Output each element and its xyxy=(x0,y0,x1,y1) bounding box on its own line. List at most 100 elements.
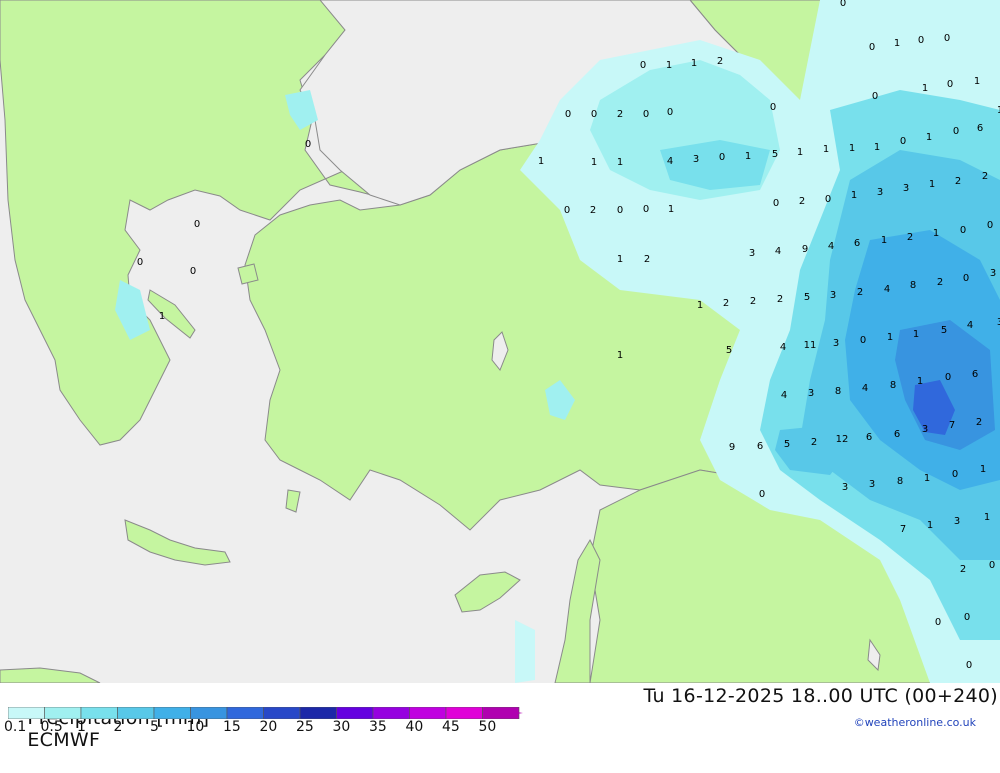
precip-value-label: 0 xyxy=(918,35,924,46)
precip-value-label: 0 xyxy=(952,469,958,480)
precip-value-label: 8 xyxy=(890,380,896,391)
precip-value-label: 0 xyxy=(565,109,571,120)
precip-value-label: 12 xyxy=(836,434,849,445)
legend-swatch xyxy=(190,707,228,719)
precip-value-label: 5 xyxy=(941,325,947,336)
legend-swatch xyxy=(8,707,45,719)
precip-value-label: 3 xyxy=(869,479,875,490)
precip-value-label: 5 xyxy=(804,292,810,303)
precip-value-label: 2 xyxy=(799,196,805,207)
precip-value-label: 1 xyxy=(159,311,165,322)
precip-value-label: 0 xyxy=(643,109,649,120)
precip-value-label: 1 xyxy=(933,228,939,239)
precip-value-label: 7 xyxy=(900,524,906,535)
precip-value-label: 1 xyxy=(849,143,855,154)
precip-value-label: 3 xyxy=(693,154,699,165)
precip-value-label: 2 xyxy=(617,109,623,120)
precip-value-label: 1 xyxy=(691,58,697,69)
precip-value-label: 4 xyxy=(884,284,890,295)
precip-value-label: 1 xyxy=(797,147,803,158)
precip-value-label: 2 xyxy=(907,232,913,243)
precip-value-label: 8 xyxy=(835,386,841,397)
precip-value-label: 0 xyxy=(963,273,969,284)
precip-value-label: 6 xyxy=(757,441,763,452)
precip-value-label: 1 xyxy=(929,179,935,190)
precip-value-label: 3 xyxy=(990,268,996,279)
precip-value-label: 4 xyxy=(781,390,787,401)
legend-swatch xyxy=(226,707,264,719)
precip-value-label: 1 xyxy=(922,83,928,94)
precip-value-label: 2 xyxy=(644,254,650,265)
precip-value-label: 3 xyxy=(922,424,928,435)
precip-value-label: 4 xyxy=(667,156,673,167)
precip-value-label: 2 xyxy=(955,176,961,187)
precip-value-label: 6 xyxy=(977,123,983,134)
precip-value-label: 8 xyxy=(897,476,903,487)
precip-value-label: 11 xyxy=(804,340,817,351)
legend-swatch xyxy=(117,707,155,719)
precip-value-label: 0 xyxy=(944,33,950,44)
precip-value-label: 0 xyxy=(989,560,995,571)
precip-value-label: 1 xyxy=(668,204,674,215)
precip-value-label: 0 xyxy=(869,42,875,53)
precip-value-label: 0 xyxy=(137,257,143,268)
precip-value-label: 1 xyxy=(617,350,623,361)
precip-value-label: 1 xyxy=(926,132,932,143)
precip-value-label: 1 xyxy=(617,157,623,168)
precip-value-label: 1 xyxy=(894,38,900,49)
precip-value-label: 2 xyxy=(960,564,966,575)
precip-value-label: 0 xyxy=(759,489,765,500)
precip-value-label: 2 xyxy=(750,296,756,307)
precip-value-label: 2 xyxy=(590,205,596,216)
precip-value-label: 1 xyxy=(881,235,887,246)
precip-value-label: 5 xyxy=(726,345,732,356)
precip-value-label: 2 xyxy=(976,417,982,428)
precip-value-label: 3 xyxy=(830,290,836,301)
precip-value-label: 1 xyxy=(927,520,933,531)
precip-value-label: 0 xyxy=(966,660,972,671)
map-title: Precipitation [mm] ECMWF xyxy=(2,685,209,773)
precip-value-label: 1 xyxy=(984,512,990,523)
precip-value-label: 3 xyxy=(842,482,848,493)
land-lesbos xyxy=(237,263,259,285)
model-name: ECMWF xyxy=(27,729,101,751)
precipitation-map: 0010001120101002000011010611143015111220… xyxy=(0,0,1000,683)
precip-value-label: 2 xyxy=(811,437,817,448)
precip-value-label: 0 xyxy=(987,220,993,231)
precip-value-label: 2 xyxy=(937,277,943,288)
precip-value-label: 0 xyxy=(953,126,959,137)
precip-value-label: 1 xyxy=(874,142,880,153)
precip-value-label: 1 xyxy=(974,76,980,87)
precip-value-label: 1 xyxy=(917,376,923,387)
precip-value-label: 3 xyxy=(877,187,883,198)
precip-value-label: 5 xyxy=(784,439,790,450)
credit-text: ©weatheronline.co.uk xyxy=(853,716,976,729)
precip-value-label: 0 xyxy=(964,612,970,623)
precip-value-label: 0 xyxy=(564,205,570,216)
precip-value-label: 1 xyxy=(538,156,544,167)
precip-value-label: 0 xyxy=(872,91,878,102)
precip-value-label: 0 xyxy=(643,204,649,215)
precip-value-label: 0 xyxy=(825,194,831,205)
precip-value-label: 1 xyxy=(980,464,986,475)
valid-time: Tu 16-12-2025 18..00 UTC (00+240) xyxy=(643,685,998,707)
precip-value-label: 0 xyxy=(900,136,906,147)
precip-value-label: 0 xyxy=(190,266,196,277)
precip-value-label: 4 xyxy=(828,241,834,252)
precip-value-label: 1 xyxy=(666,60,672,71)
legend-swatch xyxy=(263,707,301,719)
precip-value-label: 2 xyxy=(723,298,729,309)
precip-value-label: 1 xyxy=(851,190,857,201)
precip-value-label: 8 xyxy=(910,280,916,291)
precip-value-label: 1 xyxy=(591,157,597,168)
legend-swatch xyxy=(409,707,447,719)
precip-value-label: 1 xyxy=(617,254,623,265)
precip-value-label: 6 xyxy=(894,429,900,440)
precip-value-label: 6 xyxy=(854,238,860,249)
precip-value-label: 5 xyxy=(772,149,778,160)
precip-value-label: 4 xyxy=(775,246,781,257)
precip-value-label: 2 xyxy=(982,171,988,182)
precip-value-label: 0 xyxy=(719,152,725,163)
legend-swatch xyxy=(299,707,337,719)
precip-value-label: 0 xyxy=(960,225,966,236)
